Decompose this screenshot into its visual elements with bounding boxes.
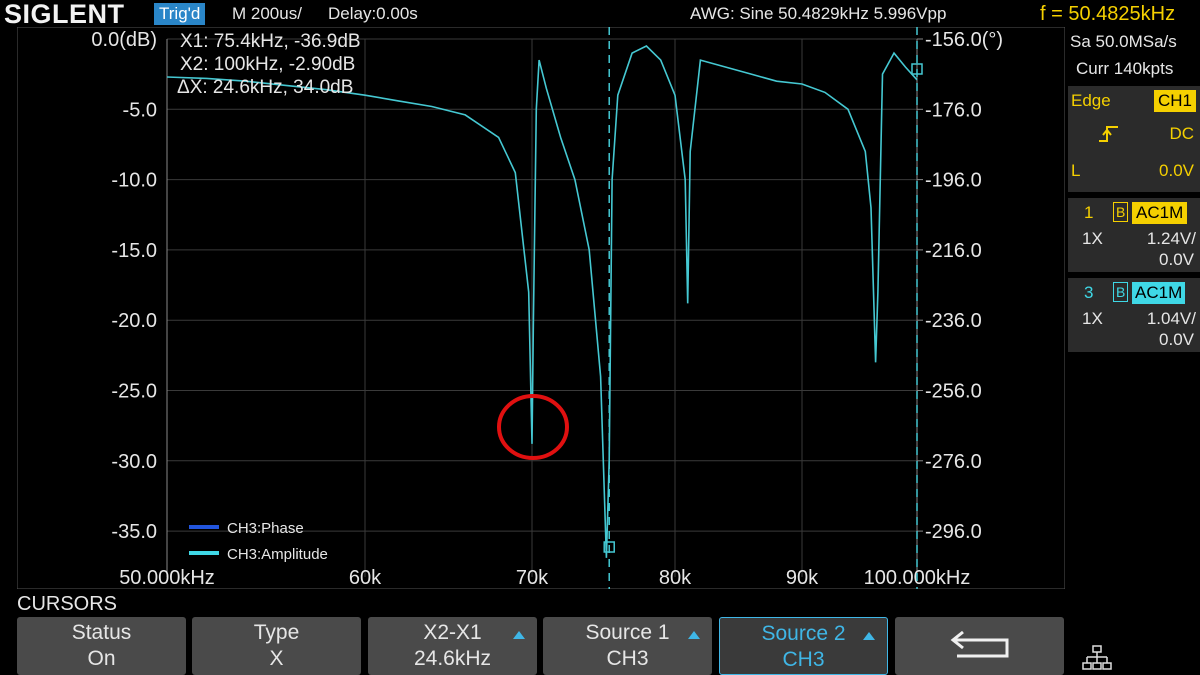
right-axis-tick-label: -256.0	[925, 381, 982, 403]
type-softkey-label: Type	[253, 621, 300, 644]
channel-1-panel[interactable]: 1 B AC1M 1X 1.24V/ 0.0V	[1068, 198, 1200, 272]
cursor-dx-readout: ΔX: 24.6kHz, 34.0dB	[177, 77, 353, 98]
channel-1-offset: 0.0V	[1159, 250, 1194, 269]
memory-depth: Curr 140kpts	[1076, 59, 1174, 78]
right-axis-tick-label: -156.0(°)	[925, 29, 1003, 51]
trigger-coupling: DC	[1169, 124, 1194, 143]
knob-adjust-icon	[688, 631, 700, 639]
legend-amplitude-label: CH3:Amplitude	[227, 546, 328, 563]
knob-adjust-icon	[863, 632, 875, 640]
source2-softkey[interactable]: Source 2 CH3	[719, 617, 888, 675]
left-axis-tick-label: -15.0	[111, 240, 157, 262]
left-axis-tick-label: -30.0	[111, 451, 157, 473]
trigger-level-label: L	[1071, 161, 1081, 180]
channel-1-bw-flag: B	[1113, 202, 1129, 222]
trigger-source: CH1	[1153, 90, 1196, 112]
source2-softkey-label: Source 2	[761, 622, 846, 645]
left-axis-tick-label: -20.0	[111, 310, 157, 332]
source2-softkey-value: CH3	[782, 648, 825, 671]
channel-3-coupling: AC1M	[1132, 282, 1186, 304]
cursor-readout: X1: 75.4kHz, -36.9dB X2: 100kHz, -2.90dB…	[177, 31, 361, 98]
back-softkey[interactable]	[895, 617, 1064, 675]
x2-x1-softkey[interactable]: X2-X1 24.6kHz	[368, 617, 537, 675]
x2-x1-softkey-value: 24.6kHz	[413, 647, 492, 670]
menu-title: CURSORS	[17, 593, 118, 615]
channel-1-probe: 1X	[1082, 229, 1103, 248]
channel-3-probe: 1X	[1082, 309, 1103, 328]
channel-1-coupling: AC1M	[1132, 202, 1188, 224]
acquisition-info[interactable]: Sa 50.0MSa/s Curr 140kpts	[1068, 27, 1200, 83]
legend-amplitude-swatch	[189, 551, 219, 555]
channel-3-bw-flag: B	[1113, 282, 1129, 302]
frequency-counter: f = 50.4825kHz	[1040, 3, 1176, 25]
legend-phase-label: CH3:Phase	[227, 520, 304, 537]
status-softkey-value: On	[87, 647, 116, 670]
status-softkey-label: Status	[71, 621, 132, 644]
type-softkey[interactable]: Type X	[192, 617, 361, 675]
channel-1-scale: 1.24V/	[1146, 229, 1196, 248]
sample-rate: Sa 50.0MSa/s	[1070, 32, 1177, 51]
right-axis-tick-label: -296.0	[925, 521, 982, 543]
x-axis-tick-label: 70k	[516, 567, 549, 589]
timebase[interactable]: M 200us/	[232, 3, 302, 25]
right-axis-tick-label: -236.0	[925, 310, 982, 332]
left-axis-tick-label: -35.0	[111, 521, 157, 543]
x-axis-tick-label: 90k	[786, 567, 819, 589]
knob-adjust-icon	[513, 631, 525, 639]
channel-1-number: 1	[1084, 203, 1094, 222]
right-axis-tick-label: -276.0	[925, 451, 982, 473]
return-arrow-icon	[950, 630, 1008, 658]
awg-status: AWG: Sine 50.4829kHz 5.996Vpp	[690, 4, 947, 23]
source1-softkey-label: Source 1	[585, 621, 670, 644]
status-softkey[interactable]: Status On	[17, 617, 186, 675]
right-axis-tick-label: -176.0	[925, 99, 982, 121]
trigger-level: 0.0V	[1159, 161, 1194, 180]
type-softkey-value: X	[269, 647, 284, 670]
cursor-x1-readout: X1: 75.4kHz, -36.9dB	[180, 31, 361, 52]
left-axis-tick-label: -25.0	[111, 381, 157, 403]
cursor-x2-readout: X2: 100kHz, -2.90dB	[180, 54, 355, 75]
status-bar: SIGLENT Trig'd M 200us/ Delay:0.00s AWG:…	[0, 0, 1200, 28]
channel-3-panel[interactable]: 3 B AC1M 1X 1.04V/ 0.0V	[1068, 278, 1200, 352]
channel-3-offset: 0.0V	[1159, 330, 1194, 349]
brand-logo: SIGLENT	[4, 0, 125, 29]
left-axis-tick-label: 0.0(dB)	[91, 29, 157, 51]
legend-phase-swatch	[189, 525, 219, 529]
right-axis-tick-label: -216.0	[925, 240, 982, 262]
trigger-panel[interactable]: Edge CH1 DC L 0.0V	[1068, 86, 1200, 192]
x-axis-tick-label: 50.000kHz	[119, 567, 215, 589]
channel-3-number: 3	[1084, 283, 1094, 302]
x-axis-tick-label: 80k	[659, 567, 692, 589]
right-axis-tick-label: -196.0	[925, 170, 982, 192]
left-axis-tick-label: -10.0	[111, 170, 157, 192]
trigger-status[interactable]: Trig'd	[154, 3, 206, 25]
source1-softkey[interactable]: Source 1 CH3	[543, 617, 712, 675]
delay[interactable]: Delay:0.00s	[328, 3, 418, 25]
rising-edge-icon	[1099, 126, 1118, 142]
source1-softkey-value: CH3	[606, 647, 649, 670]
left-axis-tick-label: -5.0	[123, 99, 157, 121]
x2-x1-softkey-label: X2-X1	[423, 621, 482, 644]
x-axis-tick-label: 60k	[349, 567, 382, 589]
network-icon	[1082, 645, 1112, 670]
bode-plot[interactable]: 0.0(dB) -5.0 -10.0 -15.0 -20.0 -25.0 -30.0 -35.…	[17, 27, 1065, 589]
trigger-mode: Edge	[1071, 91, 1111, 110]
channel-3-scale: 1.04V/	[1146, 309, 1196, 328]
